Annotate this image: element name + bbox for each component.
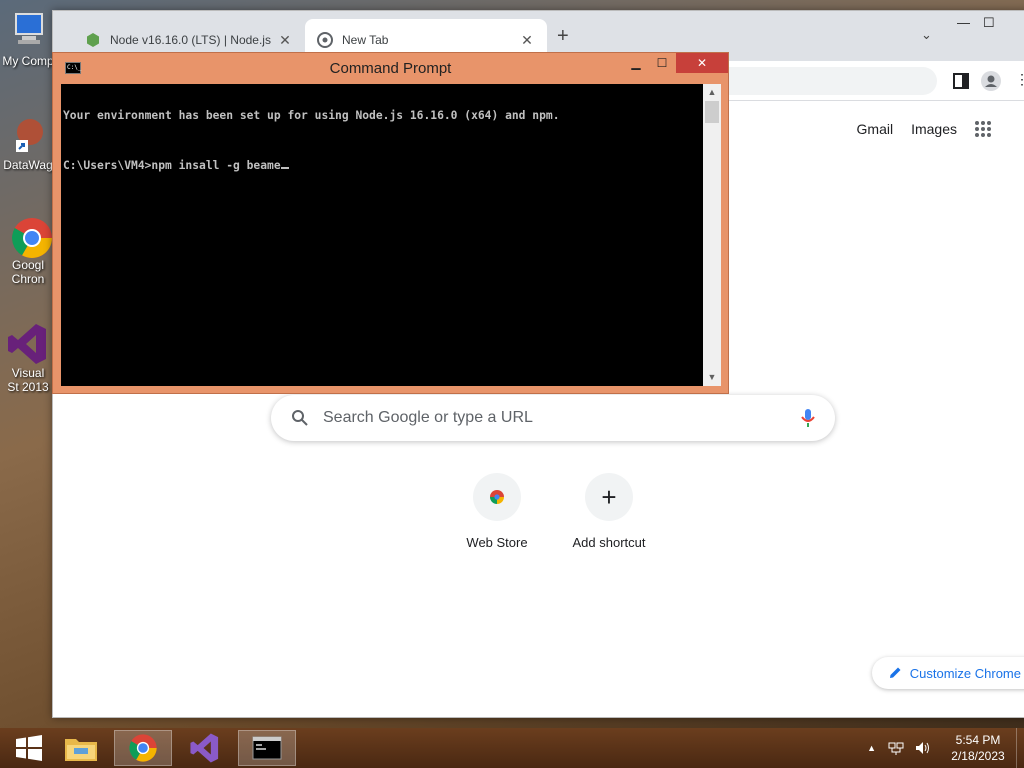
pencil-icon <box>889 667 901 678</box>
text-cursor <box>280 158 289 169</box>
windows-logo-icon <box>16 735 42 761</box>
start-button[interactable] <box>0 730 58 766</box>
images-link[interactable]: Images <box>911 121 957 137</box>
nodejs-favicon-icon <box>87 33 99 47</box>
tab-close-icon[interactable]: ✕ <box>519 32 535 49</box>
clock-time: 5:54 PM <box>955 733 1001 747</box>
menu-icon[interactable]: ⋮ <box>1015 71 1024 91</box>
taskbar-file-explorer[interactable] <box>52 730 110 766</box>
desktop-icon-visual-studio[interactable]: Visual St 2013 <box>0 322 56 394</box>
cmd-icon <box>252 736 282 760</box>
desktop-icon-datawag[interactable]: DataWag <box>0 114 56 172</box>
console-scrollbar[interactable]: ▲ ▼ <box>703 84 721 386</box>
folder-icon <box>65 739 97 761</box>
visual-studio-icon <box>190 733 219 763</box>
shortcut-web-store[interactable]: Web Store <box>441 473 553 550</box>
desktop-icon-label: My Comp <box>2 54 54 68</box>
scroll-thumb[interactable] <box>705 101 719 123</box>
chrome-icon <box>8 214 52 258</box>
show-desktop-button[interactable] <box>1016 728 1024 768</box>
customize-chrome-button[interactable]: Customize Chrome <box>871 657 1024 689</box>
system-tray: ▲ 5:54 PM 2/18/2023 <box>867 728 1024 768</box>
volume-icon[interactable] <box>914 740 930 756</box>
desktop-icon-my-computer[interactable]: My Comp <box>0 10 56 68</box>
console-line: Your environment has been set up for usi… <box>63 109 560 122</box>
apps-grid-icon[interactable] <box>975 121 991 137</box>
scroll-up-icon[interactable]: ▲ <box>703 84 721 101</box>
search-icon <box>292 410 308 426</box>
plus-icon: + <box>585 473 633 521</box>
profile-avatar-icon[interactable] <box>981 71 1001 91</box>
cmd-close-button[interactable]: ✕ <box>676 53 728 73</box>
desktop-icon-label: DataWag <box>3 158 53 172</box>
console-area[interactable]: Your environment has been set up for usi… <box>61 84 721 386</box>
tab-close-icon[interactable]: ✕ <box>277 32 293 49</box>
window-maximize-button[interactable]: ☐ <box>983 15 995 31</box>
new-tab-button[interactable]: + <box>557 25 569 48</box>
side-panel-icon[interactable] <box>951 71 971 91</box>
microphone-icon[interactable] <box>801 408 815 428</box>
tab-title: New Tab <box>342 33 389 47</box>
console-output: Your environment has been set up for usi… <box>63 85 701 385</box>
computer-icon <box>8 10 48 50</box>
clock-date: 2/18/2023 <box>951 749 1005 763</box>
network-icon[interactable] <box>888 740 904 756</box>
scroll-down-icon[interactable]: ▼ <box>703 369 721 386</box>
chrome-favicon-icon <box>317 32 333 48</box>
desktop-icon-label: Visual St 2013 <box>7 366 49 394</box>
gmail-link[interactable]: Gmail <box>857 121 894 137</box>
web-store-icon <box>473 473 521 521</box>
search-placeholder: Search Google or type a URL <box>323 409 533 426</box>
clock[interactable]: 5:54 PM 2/18/2023 <box>940 732 1016 764</box>
search-box[interactable]: Search Google or type a URL <box>271 395 835 441</box>
customize-label: Customize Chrome <box>909 665 1021 681</box>
datawag-icon <box>8 114 48 154</box>
show-hidden-icons-icon[interactable]: ▲ <box>867 743 876 753</box>
taskbar: ▲ 5:54 PM 2/18/2023 <box>0 728 1024 768</box>
top-links: Gmail Images <box>857 121 991 137</box>
cmd-title-bar[interactable]: C:\_ Command Prompt ▁ ☐ ✕ <box>53 53 728 83</box>
taskbar-command-prompt[interactable] <box>238 730 296 766</box>
cmd-minimize-button[interactable]: ▁ <box>623 53 649 73</box>
desktop-icon-google-chrome[interactable]: Googl Chron <box>0 214 56 286</box>
window-minimize-button[interactable]: — <box>957 15 970 30</box>
shortcut-add[interactable]: + Add shortcut <box>553 473 665 550</box>
visual-studio-icon <box>8 322 48 364</box>
taskbar-chrome[interactable] <box>114 730 172 766</box>
console-command: C:\Users\VM4>npm insall -g beame <box>63 159 281 172</box>
console-prompt-line: C:\Users\VM4>npm insall -g beame <box>63 158 701 172</box>
shortcut-label: Add shortcut <box>572 535 646 550</box>
desktop-icon-label: Googl Chron <box>11 258 45 286</box>
shortcut-label: Web Store <box>466 535 528 550</box>
command-prompt-window: C:\_ Command Prompt ▁ ☐ ✕ Your environme… <box>52 52 729 394</box>
taskbar-visual-studio[interactable] <box>176 730 234 766</box>
address-bar[interactable] <box>693 67 937 95</box>
tab-title: Node v16.16.0 (LTS) | Node.js <box>110 33 271 47</box>
chrome-icon <box>129 734 157 762</box>
cmd-maximize-button[interactable]: ☐ <box>649 53 675 73</box>
tab-search-chevron-icon[interactable]: ⌄ <box>921 27 932 43</box>
